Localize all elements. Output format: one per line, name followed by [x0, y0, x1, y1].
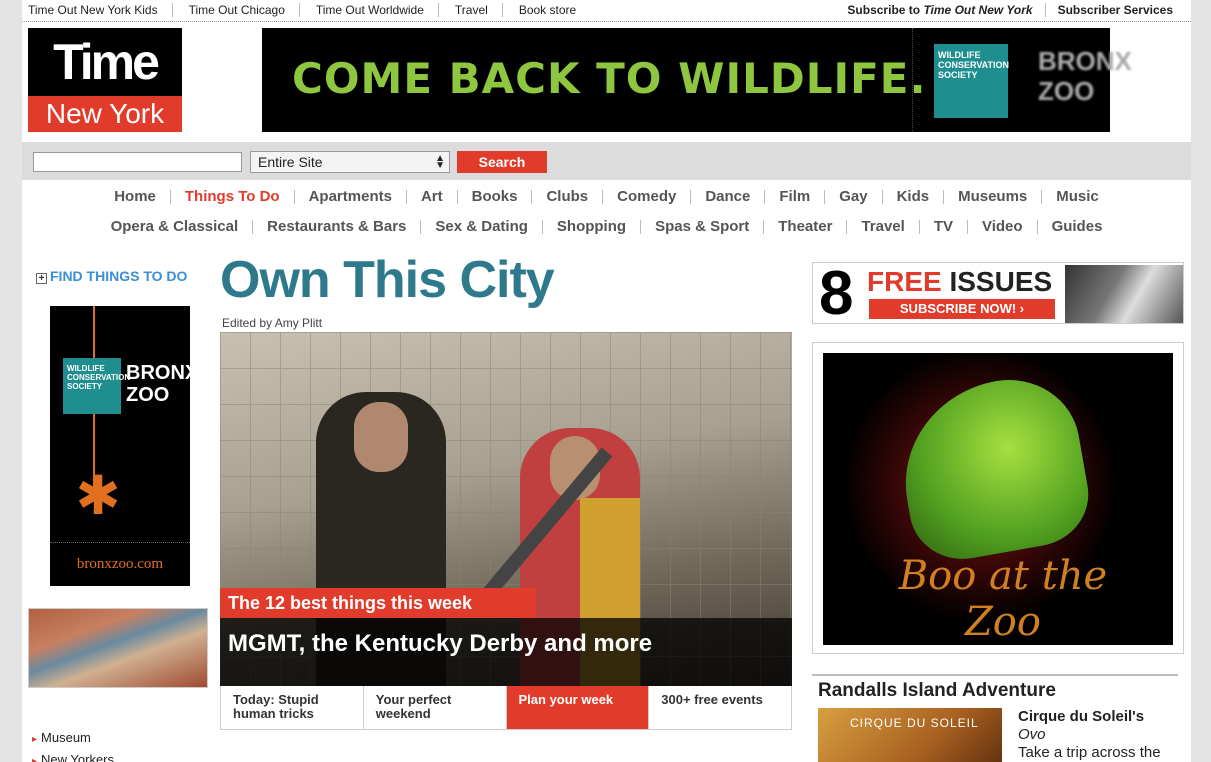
promo-issues: ISSUES: [941, 266, 1053, 297]
search-button[interactable]: Search: [457, 151, 547, 173]
main-nav-row1: Home Things To Do Apartments Art Books Clubs C…: [22, 188, 1191, 205]
boo-ad-art: Boo at the Zoo: [823, 353, 1173, 645]
nav-shopping[interactable]: Shopping: [543, 219, 642, 234]
left-list-item[interactable]: Museum: [32, 728, 114, 750]
site-logo[interactable]: Time Out New York: [28, 28, 182, 158]
ad-zoo-line1: BRONX: [126, 362, 199, 384]
tab-today[interactable]: Today: Stupid human tricks: [221, 686, 364, 729]
link-travel[interactable]: Travel: [449, 3, 503, 17]
subscribe-links: Subscribe to Time Out New York Subscribe…: [835, 3, 1185, 17]
search-scope-select[interactable]: Entire Site ▲ ▼: [250, 151, 450, 173]
wcs-logo-small: WILDLIFE CONSERVATION SOCIETY: [63, 358, 130, 414]
promo-headline: FREE ISSUES: [867, 267, 1052, 297]
utility-links: Time Out New York Kids Time Out Chicago …: [22, 3, 600, 17]
nav-travel[interactable]: Travel: [847, 219, 920, 234]
tab-plan-week[interactable]: Plan your week: [506, 686, 650, 729]
link-chicago[interactable]: Time Out Chicago: [183, 3, 300, 17]
subscribe-promo-ad[interactable]: 8 FREE ISSUES SUBSCRIBE NOW! ›: [812, 259, 1184, 328]
witch-hat-icon: [889, 368, 1097, 568]
find-label: FIND THINGS TO DO: [50, 268, 188, 284]
cirque-thumbnail[interactable]: CIRQUE DU SOLEIL: [818, 708, 1002, 762]
nav-home[interactable]: Home: [100, 189, 171, 204]
subscriber-services-link[interactable]: Subscriber Services: [1046, 3, 1185, 17]
nav-tv[interactable]: TV: [920, 219, 968, 234]
subscribe-prefix: Subscribe to: [847, 3, 924, 17]
plus-icon: +: [36, 273, 47, 284]
skyscraper-ad[interactable]: WILDLIFE CONSERVATION SOCIETY BRONX ZOO …: [50, 306, 198, 586]
subscribe-title: Time Out New York: [923, 3, 1033, 17]
cirque-show[interactable]: Ovo: [1018, 726, 1188, 744]
cirque-title[interactable]: Cirque du Soleil's: [1018, 708, 1188, 726]
search-scope-value: Entire Site: [258, 154, 323, 170]
banner-headline: COME BACK TO WILDLIFE.: [292, 54, 927, 103]
ad-url: bronxzoo.com: [76, 556, 164, 572]
nav-opera[interactable]: Opera & Classical: [97, 219, 254, 234]
wcs-logo: WILDLIFE CONSERVATION SOCIETY: [934, 44, 1009, 118]
bronx-zoo-line2: ZOO: [1038, 76, 1095, 106]
link-bookstore[interactable]: Book store: [513, 3, 590, 17]
ad-zoo-line2: ZOO: [126, 384, 170, 406]
bronx-zoo-logo: BRONX ZOO: [1038, 46, 1132, 106]
hero-caption[interactable]: MGMT, the Kentucky Derby and more: [220, 618, 792, 686]
hero-tag[interactable]: The 12 best things this week: [220, 588, 536, 618]
tab-weekend[interactable]: Your perfect weekend: [363, 686, 507, 729]
banner-divider: [912, 28, 913, 132]
utility-bar: Time Out New York Kids Time Out Chicago …: [22, 0, 1191, 22]
nav-guides[interactable]: Guides: [1038, 219, 1117, 234]
nav-clubs[interactable]: Clubs: [532, 189, 604, 204]
cirque-teaser: Cirque du Soleil's Ovo Take a trip acros…: [1018, 708, 1188, 762]
nav-kids[interactable]: Kids: [883, 189, 945, 204]
nav-restaurants[interactable]: Restaurants & Bars: [253, 219, 422, 234]
nav-books[interactable]: Books: [458, 189, 533, 204]
nav-music[interactable]: Music: [1042, 189, 1113, 204]
hero-face: [354, 402, 408, 472]
page-title: Own This City: [220, 251, 555, 309]
hero-image[interactable]: The 12 best things this week MGMT, the K…: [220, 332, 792, 686]
search-input[interactable]: [33, 152, 242, 172]
nav-things-to-do[interactable]: Things To Do: [171, 189, 295, 204]
page: Time Out New York Kids Time Out Chicago …: [22, 0, 1191, 762]
magazine-covers: [1065, 265, 1183, 323]
nav-gay[interactable]: Gay: [825, 189, 883, 204]
left-list: Museum New Yorkers: [32, 728, 114, 762]
main-nav-row2: Opera & Classical Restaurants & Bars Sex &…: [22, 218, 1191, 235]
subscribe-now-button[interactable]: SUBSCRIBE NOW! ›: [869, 299, 1055, 319]
ad-divider: [50, 542, 190, 543]
section-title: Randalls Island Adventure: [812, 674, 1178, 706]
map-thumbnail[interactable]: [28, 608, 208, 688]
nav-film[interactable]: Film: [765, 189, 826, 204]
left-list-item[interactable]: New Yorkers: [32, 750, 114, 762]
nav-comedy[interactable]: Comedy: [603, 189, 692, 204]
cirque-img-label: CIRQUE DU SOLEIL: [850, 716, 979, 730]
subscribe-link[interactable]: Subscribe to Time Out New York: [835, 3, 1046, 17]
nav-dance[interactable]: Dance: [691, 189, 766, 204]
spider-icon: ✱: [75, 466, 121, 526]
bronx-zoo-line1: BRONX: [1038, 46, 1132, 76]
select-arrows-icon: ▲ ▼: [435, 153, 445, 171]
banner-ad[interactable]: COME BACK TO WILDLIFE. WILDLIFE CONSERVA…: [262, 28, 1132, 132]
link-kids[interactable]: Time Out New York Kids: [22, 3, 173, 17]
nav-museums[interactable]: Museums: [944, 189, 1043, 204]
nav-art[interactable]: Art: [407, 189, 458, 204]
link-worldwide[interactable]: Time Out Worldwide: [310, 3, 439, 17]
boo-logo: Boo at the Zoo: [898, 553, 1108, 645]
feature-tabs: Today: Stupid human tricks Your perfect …: [220, 686, 792, 730]
promo-number: 8: [819, 259, 854, 328]
cirque-desc: Take a trip across the: [1018, 744, 1161, 761]
tab-free-events[interactable]: 300+ free events: [649, 686, 791, 729]
search-bar: Entire Site ▲ ▼ Search: [22, 142, 1191, 180]
nav-video[interactable]: Video: [968, 219, 1038, 234]
nav-spas-sport[interactable]: Spas & Sport: [641, 219, 765, 234]
logo-new-york: New York: [28, 96, 182, 132]
promo-free: FREE: [867, 266, 942, 297]
logo-time-out: Time Out: [28, 28, 182, 158]
find-things-to-do[interactable]: + FIND THINGS TO DO: [36, 268, 187, 284]
nav-apartments[interactable]: Apartments: [295, 189, 407, 204]
nav-theater[interactable]: Theater: [764, 219, 848, 234]
nav-sex-dating[interactable]: Sex & Dating: [421, 219, 543, 234]
boo-at-zoo-ad[interactable]: Boo at the Zoo: [812, 342, 1184, 654]
bronx-zoo-text: BRONX ZOO: [126, 362, 198, 406]
editor-credit: Edited by Amy Plitt: [222, 316, 323, 330]
